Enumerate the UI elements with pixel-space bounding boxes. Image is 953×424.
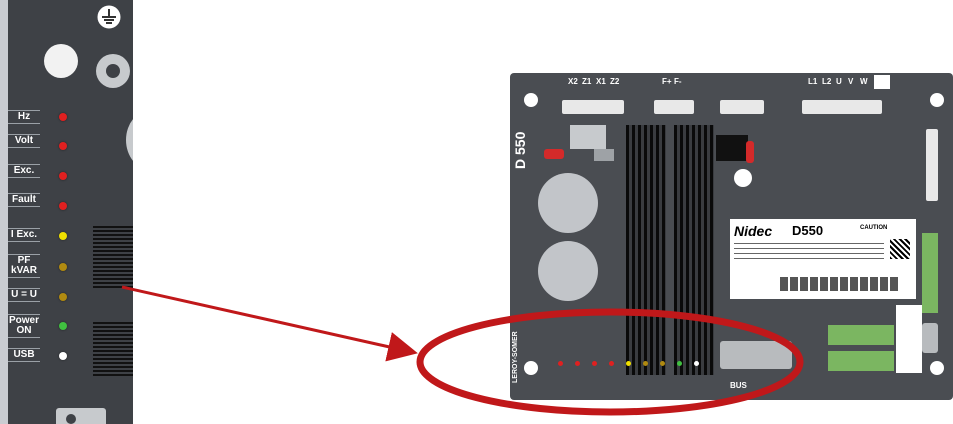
pointer-arrow xyxy=(121,285,418,362)
highlight-ellipse xyxy=(416,308,804,416)
annotation-overlay xyxy=(121,285,804,416)
